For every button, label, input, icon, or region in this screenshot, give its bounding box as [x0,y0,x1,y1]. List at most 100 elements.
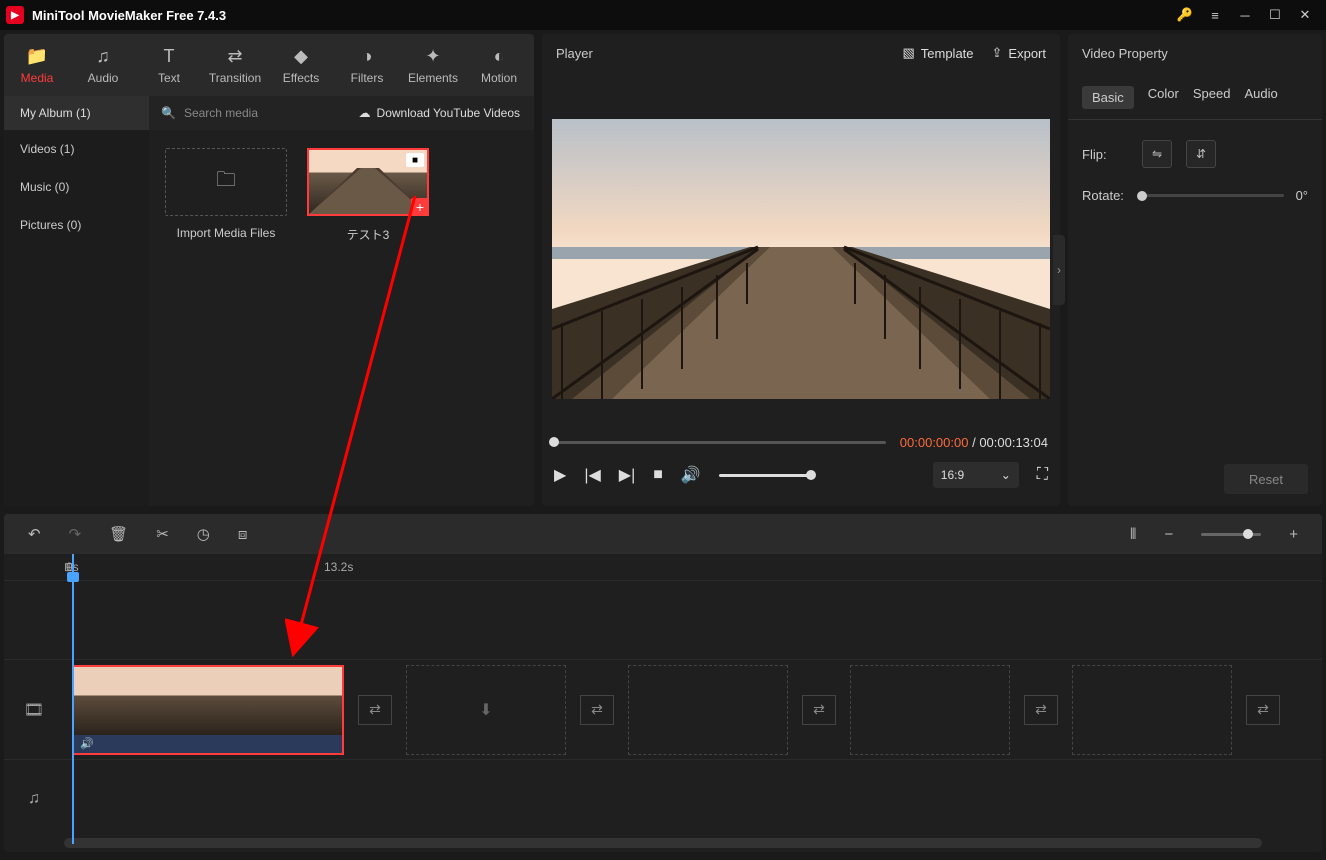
music-icon: ♫ [96,46,110,67]
timeline-row-video[interactable]: 🎞 🔊 ⇄ ⬇ ⇄ ⇄ ⇄ ⇄ [4,659,1322,759]
close-button[interactable]: ✕ [1290,5,1320,25]
text-icon: T [164,46,175,67]
prop-tab-color[interactable]: Color [1148,86,1179,109]
maximize-button[interactable]: ☐ [1260,5,1290,25]
menu-icon[interactable]: ≡ [1200,5,1230,25]
zoom-out-button[interactable]: − [1164,526,1173,543]
prev-frame-button[interactable]: |◀ [584,465,600,485]
aspect-ratio-dropdown[interactable]: 16:9⌄ [933,462,1019,488]
volume-slider[interactable] [719,474,811,477]
elements-icon: ✦ [425,46,440,67]
minimize-button[interactable]: ─ [1230,5,1260,25]
tab-text[interactable]: TText [136,34,202,96]
clip-audio-icon: 🔊 [80,737,94,750]
rotate-label: Rotate: [1082,188,1142,203]
player-preview[interactable] [552,119,1050,399]
media-grid: 🗀 Import Media Files ■ + テスト3 [149,130,534,506]
zoom-slider[interactable] [1201,533,1261,536]
folder-icon: 🗀 [216,165,236,199]
timeline-scrollbar[interactable] [64,838,1262,848]
timeline-row-audio[interactable]: ♫ [4,759,1322,838]
transition-slot[interactable]: ⇄ [802,695,836,725]
panel-expand-handle[interactable]: › [1053,235,1065,305]
tab-filters[interactable]: ◑Filters [334,34,400,96]
fullscreen-button[interactable]: ⛶ [1037,466,1048,484]
clip-thumbnail[interactable]: ■ + [307,148,429,216]
reset-button[interactable]: Reset [1224,464,1308,494]
video-lane-icon: 🎞 [4,700,64,720]
tab-effects[interactable]: ◆Effects [268,34,334,96]
timeline-body: ⊞ 0s 13.2s 🎞 🔊 ⇄ ⬇ ⇄ ⇄ ⇄ ⇄ [4,554,1322,852]
rotate-slider[interactable] [1142,194,1284,197]
flip-label: Flip: [1082,147,1142,162]
titlebar: ▶ MiniTool MovieMaker Free 7.4.3 🔑 ≡ ─ ☐… [0,0,1326,30]
player-panel: Player ▧Template ⇪Export [542,34,1060,506]
tab-audio[interactable]: ♫Audio [70,34,136,96]
prop-tab-basic[interactable]: Basic [1082,86,1134,109]
template-button[interactable]: ▧Template [902,45,973,61]
stop-button[interactable]: ■ [653,466,663,484]
timeline-row-overlay[interactable] [4,580,1322,659]
property-tabs: Basic Color Speed Audio [1068,72,1322,120]
chevron-down-icon: ⌄ [1001,468,1011,482]
transition-slot[interactable]: ⇄ [1246,695,1280,725]
download-icon: ☁ [359,106,371,120]
tab-transition[interactable]: ⇄Transition [202,34,268,96]
flip-vertical-button[interactable]: ⇵ [1186,140,1216,168]
next-frame-button[interactable]: ▶| [619,465,635,485]
timeline-clip[interactable]: 🔊 [72,665,344,755]
add-to-timeline-button[interactable]: + [411,198,429,216]
snap-button[interactable]: ⦀ [1130,526,1137,543]
empty-clip-slot[interactable]: ⬇ [406,665,566,755]
timeline-toolbar: ↶ ↷ 🗑 ✂ ◷ ⧈ ⦀ − + [4,514,1322,554]
motion-icon: ◐ [494,46,505,67]
delete-button[interactable]: 🗑 [109,525,128,543]
seek-slider[interactable] [554,441,886,444]
split-button[interactable]: ✂ [156,525,169,543]
undo-button[interactable]: ↶ [28,525,41,543]
zoom-in-button[interactable]: + [1289,526,1298,543]
app-title: MiniTool MovieMaker Free 7.4.3 [32,8,1170,23]
tab-motion[interactable]: ◐Motion [466,34,532,96]
prop-tab-audio[interactable]: Audio [1244,86,1277,109]
playhead[interactable] [72,554,74,844]
sidebar-item-videos[interactable]: Videos (1) [4,130,149,168]
speed-button[interactable]: ◷ [197,525,210,543]
media-clip-card[interactable]: ■ + テスト3 [307,148,429,243]
key-icon[interactable]: 🔑 [1170,5,1200,25]
empty-clip-slot[interactable] [628,665,788,755]
volume-icon[interactable]: 🔊 [681,465,701,485]
transition-slot[interactable]: ⇄ [1024,695,1058,725]
timeline-ruler[interactable]: ⊞ 0s 13.2s [4,554,1322,580]
sidebar-item-music[interactable]: Music (0) [4,168,149,206]
search-media[interactable]: 🔍Search media [149,96,359,130]
property-panel: Video Property Basic Color Speed Audio F… [1068,34,1322,506]
import-media-card[interactable]: 🗀 Import Media Files [165,148,287,240]
transition-slot[interactable]: ⇄ [580,695,614,725]
transition-icon: ⇄ [227,46,242,67]
export-button[interactable]: ⇪Export [992,45,1046,61]
crop-button[interactable]: ⧈ [238,526,248,543]
flip-horizontal-button[interactable]: ⇋ [1142,140,1172,168]
property-title: Video Property [1082,46,1168,61]
play-button[interactable]: ▶ [554,465,566,485]
redo-button[interactable]: ↷ [69,525,82,543]
time-display: 00:00:00:00 / 00:00:13:04 [900,435,1048,450]
empty-clip-slot[interactable] [850,665,1010,755]
effects-icon: ◆ [294,46,308,67]
player-title: Player [556,46,593,61]
tab-elements[interactable]: ✦Elements [400,34,466,96]
sidebar-item-pictures[interactable]: Pictures (0) [4,206,149,244]
media-panel: 📁Media ♫Audio TText ⇄Transition ◆Effects… [4,34,534,506]
empty-clip-slot[interactable] [1072,665,1232,755]
my-album-tab[interactable]: My Album (1) [4,96,149,130]
search-icon: 🔍 [161,106,176,120]
timeline-panel: ↶ ↷ 🗑 ✂ ◷ ⧈ ⦀ − + ⊞ 0s 13.2s 🎞 🔊 ⇄ [4,514,1322,852]
tab-media[interactable]: 📁Media [4,34,70,96]
download-youtube[interactable]: ☁Download YouTube Videos [359,96,534,130]
filters-icon: ◑ [362,46,373,67]
media-sidebar: Videos (1) Music (0) Pictures (0) [4,130,149,506]
app-logo: ▶ [6,6,24,24]
transition-slot[interactable]: ⇄ [358,695,392,725]
prop-tab-speed[interactable]: Speed [1193,86,1231,109]
